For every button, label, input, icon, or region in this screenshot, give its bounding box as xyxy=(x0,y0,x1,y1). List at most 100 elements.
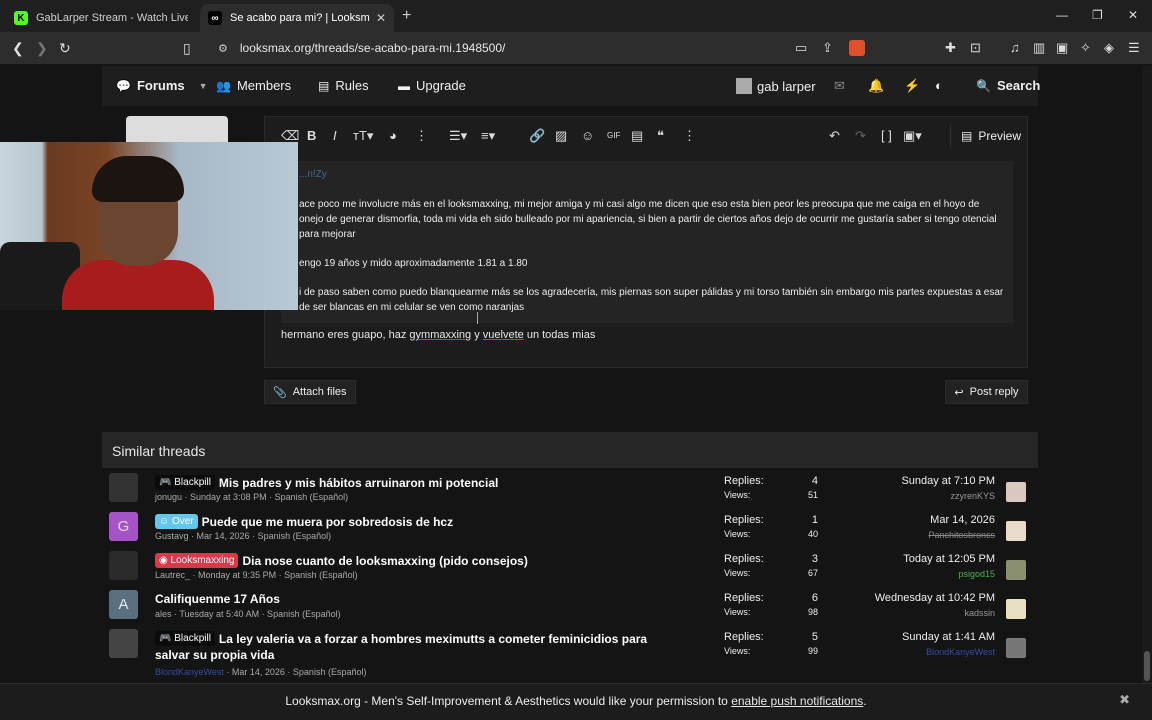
attach-files-button[interactable]: 📎 Attach files xyxy=(264,380,356,404)
minimize-icon[interactable]: — xyxy=(1056,8,1068,22)
align-icon[interactable]: ≡▾ xyxy=(481,128,495,144)
lightning-icon[interactable]: ⚡ xyxy=(904,78,920,94)
page-scrollbar[interactable] xyxy=(1142,66,1152,683)
avatar[interactable] xyxy=(1006,521,1026,541)
avatar[interactable] xyxy=(1006,560,1026,580)
scrollbar-thumb[interactable] xyxy=(1144,651,1150,681)
avatar[interactable] xyxy=(1006,638,1026,658)
thread-row[interactable]: A Califiquenme 17 Años ales · Tuesday at… xyxy=(102,589,1038,628)
browser-tab-looksmax[interactable]: ∞ Se acabo para mi? | Looksmax.or ✕ xyxy=(200,4,394,32)
image-icon[interactable]: ▨ xyxy=(555,128,567,144)
avatar[interactable] xyxy=(1006,599,1026,619)
thread-title[interactable]: Dia nose cuanto de looksmaxxing (pido co… xyxy=(242,554,527,568)
nav-upgrade[interactable]: ▬ Upgrade xyxy=(398,78,466,93)
thread-row[interactable]: 🎮 Blackpill La ley valeria va a forzar a… xyxy=(102,628,1038,682)
cast-icon[interactable]: ▭ xyxy=(795,40,807,56)
nav-forums[interactable]: 💬 Forums ▼ xyxy=(116,78,208,93)
thread-title[interactable]: Califiquenme 17 Años xyxy=(155,592,280,606)
ai-assistant-icon[interactable]: ✧ xyxy=(1080,40,1091,56)
link-icon[interactable]: 🔗 xyxy=(529,128,545,144)
reload-icon[interactable]: ↻ xyxy=(59,40,71,57)
theme-toggle-icon[interactable]: ◐ xyxy=(935,78,943,93)
thread-author[interactable]: ales xyxy=(155,609,172,619)
avatar[interactable]: G xyxy=(109,512,138,541)
screenshot-icon[interactable]: ⊡ xyxy=(970,40,981,56)
save-draft-icon[interactable]: ▣▾ xyxy=(903,128,922,144)
menu-icon[interactable]: ☰ xyxy=(1128,40,1140,56)
back-icon[interactable]: ❮ xyxy=(12,40,24,57)
thread-title-line[interactable]: 🎮 Blackpill La ley valeria va a forzar a… xyxy=(155,631,647,646)
browser-tab-kick[interactable]: K GabLarper Stream - Watch Live on Ki xyxy=(6,4,196,32)
wallet-icon[interactable]: ▣ xyxy=(1056,40,1068,56)
thread-author[interactable]: Lautrec_ xyxy=(155,570,190,580)
site-info-icon[interactable]: ⚙ xyxy=(218,42,228,55)
thread-title[interactable]: La ley valeria va a forzar a hombres mex… xyxy=(219,632,647,646)
enable-push-link[interactable]: enable push notifications xyxy=(731,694,863,708)
restore-icon[interactable]: ❐ xyxy=(1092,8,1103,22)
last-post[interactable]: Sunday at 1:41 AM BlondKanyeWest xyxy=(902,631,995,657)
thread-title[interactable]: Puede que me muera por sobredosis de hcz xyxy=(202,515,453,529)
media-icon[interactable]: ▤ xyxy=(631,128,643,144)
list-icon[interactable]: ☰▾ xyxy=(449,128,467,144)
bold-icon[interactable]: B xyxy=(307,128,316,143)
thread-title[interactable]: Mis padres y mis hábitos arruinaron mi p… xyxy=(219,476,498,490)
chevron-down-icon[interactable]: ▼ xyxy=(199,81,208,91)
avatar[interactable] xyxy=(109,629,138,658)
undo-icon[interactable]: ↶ xyxy=(829,128,840,144)
nav-members[interactable]: 👥 Members xyxy=(216,78,291,93)
gif-icon[interactable]: GIF xyxy=(607,131,620,140)
redo-icon[interactable]: ↷ xyxy=(855,128,866,144)
bookmark-icon[interactable]: ▯ xyxy=(183,40,191,57)
forward-icon[interactable]: ❯ xyxy=(36,40,48,57)
thread-author[interactable]: Gustavg xyxy=(155,531,189,541)
preview-label: Preview xyxy=(978,129,1021,143)
vpn-icon[interactable]: ◈ xyxy=(1104,40,1114,56)
last-post[interactable]: Wednesday at 10:42 PM kadssin xyxy=(875,592,995,618)
thread-row[interactable]: ◉ Looksmaxxing Dia nose cuanto de looksm… xyxy=(102,550,1038,589)
music-icon[interactable]: ♫ xyxy=(1010,40,1020,55)
thread-title-line[interactable]: Califiquenme 17 Años xyxy=(155,592,280,606)
window-close-icon[interactable]: ✕ xyxy=(1128,8,1138,22)
nav-search[interactable]: 🔍 Search xyxy=(976,78,1040,93)
inbox-icon[interactable]: ✉ xyxy=(834,78,845,94)
last-post[interactable]: Today at 12:05 PM psigod15 xyxy=(903,553,995,579)
thread-author[interactable]: jonugu xyxy=(155,492,182,502)
more-options-icon[interactable]: ⋮ xyxy=(683,128,696,144)
quote-icon[interactable]: ❝ xyxy=(657,128,664,144)
sidebar-icon[interactable]: ▥ xyxy=(1033,40,1045,56)
thread-title-line[interactable]: ◉ Looksmaxxing Dia nose cuanto de looksm… xyxy=(155,553,528,568)
avatar[interactable] xyxy=(109,473,138,502)
avatar[interactable] xyxy=(109,551,138,580)
thread-row[interactable]: 🎮 Blackpill Mis padres y mis hábitos arr… xyxy=(102,472,1038,511)
last-post[interactable]: Mar 14, 2026 Panchitosbroncs xyxy=(928,514,995,540)
italic-icon[interactable]: I xyxy=(333,128,337,143)
font-size-icon[interactable]: тT▾ xyxy=(353,128,373,144)
smiley-icon[interactable]: ☺ xyxy=(581,128,594,143)
brave-shields-icon[interactable] xyxy=(849,40,865,56)
post-reply-button[interactable]: ↩ Post reply xyxy=(945,380,1028,404)
last-post[interactable]: Sunday at 7:10 PM zzyrenKYS xyxy=(901,475,995,501)
close-tab-icon[interactable]: ✕ xyxy=(376,11,386,25)
reply-editor[interactable]: ⌫ B I тT▾ ◕ ⋮ ☰▾ ≡▾ 🔗 ▨ ☺ GIF ▤ ❝ ⋮ ↶ ↷ … xyxy=(264,116,1028,368)
nav-rules[interactable]: ▤ Rules xyxy=(318,78,369,93)
extensions-icon[interactable]: ✚ xyxy=(945,40,956,56)
palette-icon[interactable]: ◕ xyxy=(389,128,397,143)
share-icon[interactable]: ⇪ xyxy=(822,40,833,56)
new-tab-icon[interactable]: + xyxy=(402,7,411,25)
preview-button[interactable]: ▤ Preview xyxy=(949,125,1021,147)
toggle-bbcode-icon[interactable]: [ ] xyxy=(881,128,892,143)
avatar[interactable] xyxy=(1006,482,1026,502)
more-options-icon[interactable]: ⋮ xyxy=(415,128,428,144)
thread-author[interactable]: BlondKanyeWest xyxy=(155,667,224,677)
url-field[interactable]: ⚙ looksmax.org/threads/se-acabo-para-mi.… xyxy=(206,36,876,60)
thread-title[interactable]: salvar su propia vida xyxy=(155,648,274,662)
bell-icon[interactable]: 🔔 xyxy=(868,78,884,94)
thread-title-line[interactable]: ☺ Over Puede que me muera por sobredosis… xyxy=(155,514,453,529)
avatar[interactable]: A xyxy=(109,590,138,619)
close-icon[interactable]: ✖ xyxy=(1119,692,1130,708)
thread-row[interactable]: G ☺ Over Puede que me muera por sobredos… xyxy=(102,511,1038,550)
nav-user[interactable]: gab larper xyxy=(736,78,816,94)
thread-title-line[interactable]: 🎮 Blackpill Mis padres y mis hábitos arr… xyxy=(155,475,498,490)
reply-text[interactable]: hermano eres guapo, haz gymmaxxing y vue… xyxy=(281,329,595,341)
thread-title-line-2[interactable]: salvar su propia vida xyxy=(155,648,274,662)
